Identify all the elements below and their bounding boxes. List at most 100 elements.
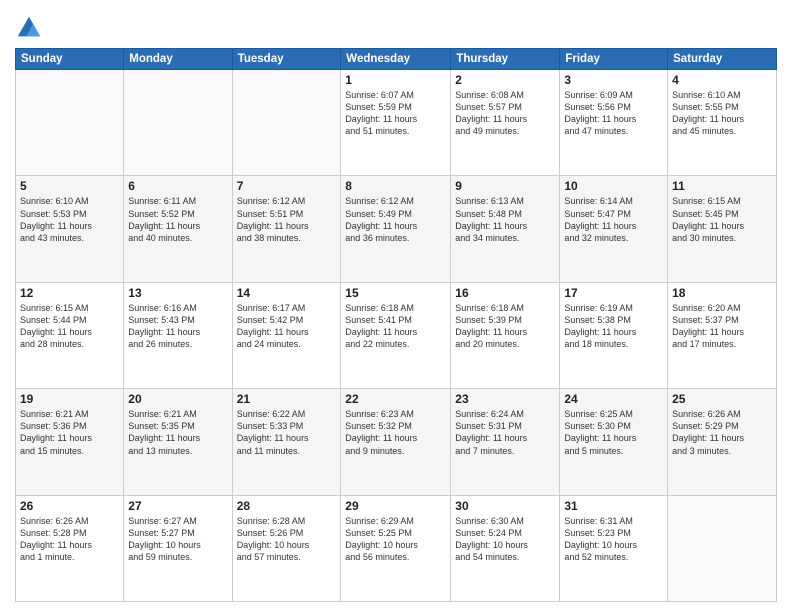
day-info: Sunrise: 6:24 AM Sunset: 5:31 PM Dayligh… bbox=[455, 408, 555, 457]
day-info: Sunrise: 6:26 AM Sunset: 5:28 PM Dayligh… bbox=[20, 515, 119, 564]
calendar-cell: 30 Sunrise: 6:30 AM Sunset: 5:24 PM Dayli… bbox=[451, 495, 560, 601]
calendar-cell: 13 Sunrise: 6:16 AM Sunset: 5:43 PM Dayli… bbox=[124, 282, 232, 388]
day-info: Sunrise: 6:18 AM Sunset: 5:39 PM Dayligh… bbox=[455, 302, 555, 351]
calendar-cell: 17 Sunrise: 6:19 AM Sunset: 5:38 PM Dayli… bbox=[560, 282, 668, 388]
logo-icon bbox=[15, 14, 43, 42]
calendar-cell: 24 Sunrise: 6:25 AM Sunset: 5:30 PM Dayli… bbox=[560, 389, 668, 495]
day-info: Sunrise: 6:22 AM Sunset: 5:33 PM Dayligh… bbox=[237, 408, 337, 457]
week-row-2: 5Sunrise: 6:10 AM Sunset: 5:53 PM Daylig… bbox=[16, 176, 777, 282]
day-number: 10 bbox=[564, 179, 663, 193]
day-number: 15 bbox=[345, 286, 446, 300]
day-number: 1 bbox=[345, 73, 446, 87]
day-info: Sunrise: 6:09 AM Sunset: 5:56 PM Dayligh… bbox=[564, 89, 663, 138]
calendar-cell: 1 Sunrise: 6:07 AM Sunset: 5:59 PM Daylig… bbox=[341, 70, 451, 176]
calendar-cell: 20 Sunrise: 6:21 AM Sunset: 5:35 PM Dayli… bbox=[124, 389, 232, 495]
day-info: Sunrise: 6:15 AM Sunset: 5:44 PM Dayligh… bbox=[20, 302, 119, 351]
day-number: 13 bbox=[128, 286, 227, 300]
logo bbox=[15, 14, 46, 42]
day-number: 29 bbox=[345, 499, 446, 513]
weekday-header-row: Sunday Monday Tuesday Wednesday Thursday… bbox=[16, 49, 777, 70]
day-number: 5 bbox=[20, 179, 119, 193]
calendar-cell bbox=[668, 495, 777, 601]
calendar-cell: 2 Sunrise: 6:08 AM Sunset: 5:57 PM Daylig… bbox=[451, 70, 560, 176]
calendar-cell: 31 Sunrise: 6:31 AM Sunset: 5:23 PM Dayli… bbox=[560, 495, 668, 601]
calendar-cell bbox=[232, 70, 341, 176]
day-info: Sunrise: 6:11 AM Sunset: 5:52 PM Dayligh… bbox=[128, 195, 227, 244]
calendar-cell: 15Sunrise: 6:18 AM Sunset: 5:41 PM Dayli… bbox=[341, 282, 451, 388]
calendar-cell: 4Sunrise: 6:10 AM Sunset: 5:55 PM Daylig… bbox=[668, 70, 777, 176]
day-info: Sunrise: 6:13 AM Sunset: 5:48 PM Dayligh… bbox=[455, 195, 555, 244]
calendar-cell: 29 Sunrise: 6:29 AM Sunset: 5:25 PM Dayli… bbox=[341, 495, 451, 601]
calendar-cell bbox=[16, 70, 124, 176]
day-info: Sunrise: 6:26 AM Sunset: 5:29 PM Dayligh… bbox=[672, 408, 772, 457]
header-sunday: Sunday bbox=[16, 49, 124, 70]
day-info: Sunrise: 6:29 AM Sunset: 5:25 PM Dayligh… bbox=[345, 515, 446, 564]
day-number: 31 bbox=[564, 499, 663, 513]
day-info: Sunrise: 6:23 AM Sunset: 5:32 PM Dayligh… bbox=[345, 408, 446, 457]
calendar-cell: 7 Sunrise: 6:12 AM Sunset: 5:51 PM Daylig… bbox=[232, 176, 341, 282]
calendar-cell bbox=[124, 70, 232, 176]
day-number: 17 bbox=[564, 286, 663, 300]
calendar-cell: 9 Sunrise: 6:13 AM Sunset: 5:48 PM Daylig… bbox=[451, 176, 560, 282]
day-number: 27 bbox=[128, 499, 227, 513]
header-saturday: Saturday bbox=[668, 49, 777, 70]
day-info: Sunrise: 6:12 AM Sunset: 5:49 PM Dayligh… bbox=[345, 195, 446, 244]
day-info: Sunrise: 6:19 AM Sunset: 5:38 PM Dayligh… bbox=[564, 302, 663, 351]
header-monday: Monday bbox=[124, 49, 232, 70]
calendar-cell: 3 Sunrise: 6:09 AM Sunset: 5:56 PM Daylig… bbox=[560, 70, 668, 176]
day-info: Sunrise: 6:07 AM Sunset: 5:59 PM Dayligh… bbox=[345, 89, 446, 138]
day-number: 28 bbox=[237, 499, 337, 513]
calendar-cell: 25 Sunrise: 6:26 AM Sunset: 5:29 PM Dayli… bbox=[668, 389, 777, 495]
calendar-cell: 5Sunrise: 6:10 AM Sunset: 5:53 PM Daylig… bbox=[16, 176, 124, 282]
day-number: 25 bbox=[672, 392, 772, 406]
day-info: Sunrise: 6:20 AM Sunset: 5:37 PM Dayligh… bbox=[672, 302, 772, 351]
day-info: Sunrise: 6:30 AM Sunset: 5:24 PM Dayligh… bbox=[455, 515, 555, 564]
day-number: 8 bbox=[345, 179, 446, 193]
calendar-page: Sunday Monday Tuesday Wednesday Thursday… bbox=[0, 0, 792, 612]
calendar-cell: 26Sunrise: 6:26 AM Sunset: 5:28 PM Dayli… bbox=[16, 495, 124, 601]
calendar-cell: 11 Sunrise: 6:15 AM Sunset: 5:45 PM Dayli… bbox=[668, 176, 777, 282]
day-info: Sunrise: 6:08 AM Sunset: 5:57 PM Dayligh… bbox=[455, 89, 555, 138]
calendar-cell: 8 Sunrise: 6:12 AM Sunset: 5:49 PM Daylig… bbox=[341, 176, 451, 282]
day-number: 14 bbox=[237, 286, 337, 300]
calendar-cell: 22 Sunrise: 6:23 AM Sunset: 5:32 PM Dayli… bbox=[341, 389, 451, 495]
calendar-cell: 14 Sunrise: 6:17 AM Sunset: 5:42 PM Dayli… bbox=[232, 282, 341, 388]
day-info: Sunrise: 6:15 AM Sunset: 5:45 PM Dayligh… bbox=[672, 195, 772, 244]
day-number: 7 bbox=[237, 179, 337, 193]
day-info: Sunrise: 6:12 AM Sunset: 5:51 PM Dayligh… bbox=[237, 195, 337, 244]
day-number: 23 bbox=[455, 392, 555, 406]
header-thursday: Thursday bbox=[451, 49, 560, 70]
header-tuesday: Tuesday bbox=[232, 49, 341, 70]
calendar-cell: 10 Sunrise: 6:14 AM Sunset: 5:47 PM Dayli… bbox=[560, 176, 668, 282]
day-number: 11 bbox=[672, 179, 772, 193]
calendar-cell: 21Sunrise: 6:22 AM Sunset: 5:33 PM Dayli… bbox=[232, 389, 341, 495]
header bbox=[15, 10, 777, 42]
calendar-cell: 16 Sunrise: 6:18 AM Sunset: 5:39 PM Dayli… bbox=[451, 282, 560, 388]
calendar-table: Sunday Monday Tuesday Wednesday Thursday… bbox=[15, 48, 777, 602]
header-wednesday: Wednesday bbox=[341, 49, 451, 70]
day-number: 12 bbox=[20, 286, 119, 300]
day-number: 22 bbox=[345, 392, 446, 406]
calendar-cell: 19Sunrise: 6:21 AM Sunset: 5:36 PM Dayli… bbox=[16, 389, 124, 495]
day-info: Sunrise: 6:25 AM Sunset: 5:30 PM Dayligh… bbox=[564, 408, 663, 457]
header-friday: Friday bbox=[560, 49, 668, 70]
day-number: 2 bbox=[455, 73, 555, 87]
day-number: 9 bbox=[455, 179, 555, 193]
day-number: 18 bbox=[672, 286, 772, 300]
day-number: 16 bbox=[455, 286, 555, 300]
day-info: Sunrise: 6:10 AM Sunset: 5:55 PM Dayligh… bbox=[672, 89, 772, 138]
day-info: Sunrise: 6:21 AM Sunset: 5:35 PM Dayligh… bbox=[128, 408, 227, 457]
day-info: Sunrise: 6:17 AM Sunset: 5:42 PM Dayligh… bbox=[237, 302, 337, 351]
day-info: Sunrise: 6:31 AM Sunset: 5:23 PM Dayligh… bbox=[564, 515, 663, 564]
day-number: 6 bbox=[128, 179, 227, 193]
day-number: 30 bbox=[455, 499, 555, 513]
day-info: Sunrise: 6:14 AM Sunset: 5:47 PM Dayligh… bbox=[564, 195, 663, 244]
day-number: 24 bbox=[564, 392, 663, 406]
day-info: Sunrise: 6:27 AM Sunset: 5:27 PM Dayligh… bbox=[128, 515, 227, 564]
day-number: 20 bbox=[128, 392, 227, 406]
day-number: 3 bbox=[564, 73, 663, 87]
day-number: 19 bbox=[20, 392, 119, 406]
calendar-cell: 27 Sunrise: 6:27 AM Sunset: 5:27 PM Dayli… bbox=[124, 495, 232, 601]
week-row-5: 26Sunrise: 6:26 AM Sunset: 5:28 PM Dayli… bbox=[16, 495, 777, 601]
day-info: Sunrise: 6:16 AM Sunset: 5:43 PM Dayligh… bbox=[128, 302, 227, 351]
